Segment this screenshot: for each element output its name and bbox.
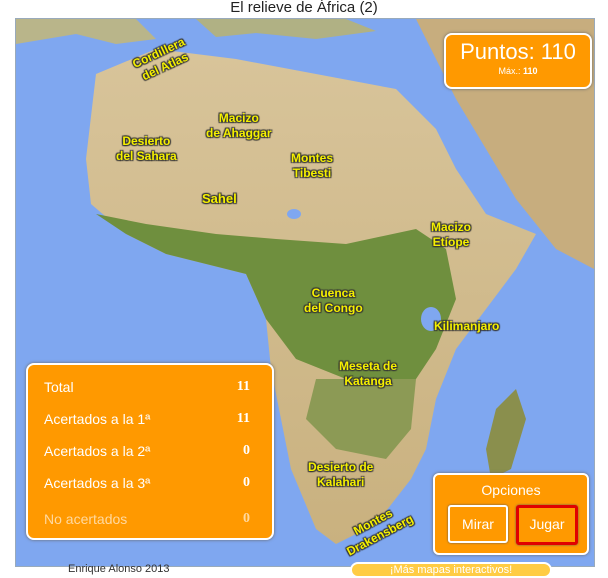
stats-total-label: Total <box>44 379 74 395</box>
europe-coast <box>196 19 376 39</box>
label-montes-tibesti: Montes Tibesti <box>291 151 333 180</box>
stats-wrong-label: No acertados <box>44 511 128 527</box>
stats-first-label: Acertados a la 1ª <box>44 411 151 427</box>
stats-row-first: Acertados a la 1ª 11 <box>44 411 250 435</box>
stats-third-value: 0 <box>243 475 250 490</box>
stats-row-wrong: No acertados 0 <box>44 511 250 535</box>
label-kilimanjaro: Kilimanjaro <box>434 319 500 333</box>
stats-panel: Total 11 Acertados a la 1ª 11 Acertados … <box>26 363 274 540</box>
score-panel: Puntos: 110 Máx.: 110 <box>444 33 592 89</box>
stats-third-label: Acertados a la 3ª <box>44 475 151 491</box>
stats-total-value: 11 <box>236 379 250 394</box>
stats-second-value: 0 <box>243 443 250 458</box>
look-button[interactable]: Mirar <box>448 505 508 543</box>
options-panel: Opciones Mirar Jugar <box>433 473 589 555</box>
more-maps-link[interactable]: ¡Más mapas interactivos! <box>350 562 552 578</box>
stats-row-second: Acertados a la 2ª 0 <box>44 443 250 467</box>
lake-chad <box>287 209 301 219</box>
score-max-label: Máx.: <box>498 66 521 76</box>
options-header: Opciones <box>481 482 541 498</box>
label-sahel: Sahel <box>202 191 237 206</box>
stats-second-label: Acertados a la 2ª <box>44 443 151 459</box>
score-max: Máx.: 110 <box>446 64 590 78</box>
label-desierto-sahara: Desierto del Sahara <box>116 134 177 163</box>
stats-first-value: 11 <box>236 411 250 426</box>
stats-wrong-value: 0 <box>243 511 250 526</box>
score-label: Puntos: 110 <box>460 39 576 64</box>
label-desierto-kalahari: Desierto de Kalahari <box>308 460 374 489</box>
page-title: El relieve de África (2) <box>230 0 378 16</box>
label-macizo-etiope: Macizo Etíope <box>431 220 472 249</box>
madagascar-island <box>486 389 526 479</box>
label-macizo-ahaggar: Macizo de Ahaggar <box>206 111 272 140</box>
play-button[interactable]: Jugar <box>516 505 578 545</box>
author-credit: Enrique Alonso 2013 <box>68 563 170 575</box>
stats-row-total: Total 11 <box>44 379 250 403</box>
label-cuenca-congo: Cuenca del Congo <box>304 286 363 315</box>
stats-row-third: Acertados a la 3ª 0 <box>44 475 250 499</box>
label-meseta-katanga: Meseta de Katanga <box>339 359 398 388</box>
score-max-value: 110 <box>523 66 538 76</box>
europe-landmass <box>16 19 156 44</box>
